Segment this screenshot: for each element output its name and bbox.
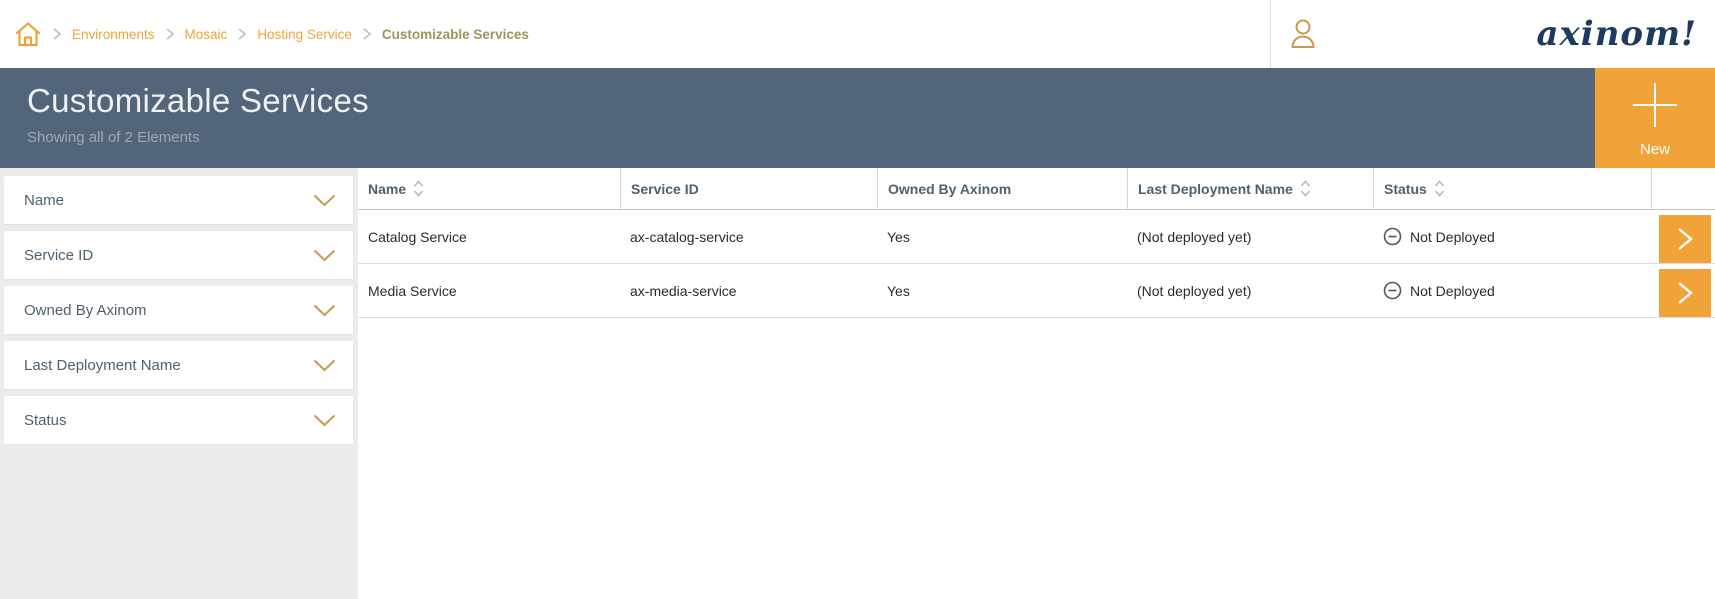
sort-icon bbox=[1300, 180, 1311, 197]
chevron-down-icon bbox=[313, 304, 336, 317]
filter-service-id[interactable]: Service ID bbox=[4, 231, 353, 279]
result-count: Showing all of 2 Elements bbox=[27, 129, 369, 146]
breadcrumb-separator-icon bbox=[52, 27, 62, 41]
filter-label: Last Deployment Name bbox=[24, 357, 181, 374]
column-label: Name bbox=[368, 181, 406, 197]
new-button-label: New bbox=[1640, 141, 1670, 158]
filter-label: Service ID bbox=[24, 247, 93, 264]
breadcrumb-separator-icon bbox=[165, 27, 175, 41]
user-icon[interactable] bbox=[1271, 16, 1321, 52]
status-label: Not Deployed bbox=[1410, 283, 1495, 299]
open-row-button[interactable] bbox=[1659, 215, 1711, 263]
breadcrumb-separator-icon bbox=[237, 27, 247, 41]
column-label: Service ID bbox=[631, 181, 699, 197]
cell-last-deployment-name: (Not deployed yet) bbox=[1127, 229, 1373, 245]
services-table: Name Service ID Owned By Axinom Last Dep… bbox=[358, 168, 1715, 599]
top-bar: Environments Mosaic Hosting Service Cust… bbox=[0, 0, 1715, 68]
filter-label: Status bbox=[24, 412, 67, 429]
filter-last-deployment-name[interactable]: Last Deployment Name bbox=[4, 341, 353, 389]
table-row-catalog-service[interactable]: Catalog Service ax-catalog-service Yes (… bbox=[358, 210, 1715, 264]
breadcrumb-item-hosting-service[interactable]: Hosting Service bbox=[257, 27, 352, 42]
status-label: Not Deployed bbox=[1410, 229, 1495, 245]
home-icon[interactable] bbox=[14, 20, 42, 48]
app-root: Environments Mosaic Hosting Service Cust… bbox=[0, 0, 1715, 599]
axinom-logo: axinom! bbox=[1536, 14, 1715, 54]
breadcrumb-item-environments[interactable]: Environments bbox=[72, 27, 155, 42]
filter-sidebar: Name Service ID Owned By Axinom Last Dep… bbox=[0, 168, 358, 599]
chevron-down-icon bbox=[313, 194, 336, 207]
page-titles: Customizable Services Showing all of 2 E… bbox=[0, 68, 369, 168]
breadcrumb-item-mosaic[interactable]: Mosaic bbox=[185, 27, 228, 42]
minus-circle-icon bbox=[1383, 227, 1402, 246]
column-label: Status bbox=[1384, 181, 1427, 197]
column-header-status[interactable]: Status bbox=[1373, 168, 1652, 209]
chevron-down-icon bbox=[313, 359, 336, 372]
cell-status: Not Deployed bbox=[1373, 281, 1652, 300]
filter-name[interactable]: Name bbox=[4, 176, 353, 224]
page-header: Customizable Services Showing all of 2 E… bbox=[0, 68, 1715, 168]
topbar-right: axinom! bbox=[1270, 0, 1715, 68]
cell-owned-by-axinom: Yes bbox=[877, 283, 1127, 299]
breadcrumb-separator-icon bbox=[362, 27, 372, 41]
plus-icon bbox=[1630, 80, 1680, 133]
sort-icon bbox=[1434, 180, 1445, 197]
column-header-name[interactable]: Name bbox=[358, 168, 620, 209]
cell-service-id: ax-media-service bbox=[620, 283, 877, 299]
table-header: Name Service ID Owned By Axinom Last Dep… bbox=[358, 168, 1715, 210]
minus-circle-icon bbox=[1383, 281, 1402, 300]
filter-status[interactable]: Status bbox=[4, 396, 353, 444]
page-title: Customizable Services bbox=[27, 82, 369, 120]
cell-owned-by-axinom: Yes bbox=[877, 229, 1127, 245]
cell-last-deployment-name: (Not deployed yet) bbox=[1127, 283, 1373, 299]
chevron-down-icon bbox=[313, 414, 336, 427]
column-header-last-deployment-name[interactable]: Last Deployment Name bbox=[1127, 168, 1373, 209]
table-row-media-service[interactable]: Media Service ax-media-service Yes (Not … bbox=[358, 264, 1715, 318]
filter-owned-by-axinom[interactable]: Owned By Axinom bbox=[4, 286, 353, 334]
new-button[interactable]: New bbox=[1595, 68, 1715, 168]
sort-icon bbox=[413, 180, 424, 197]
cell-name: Catalog Service bbox=[358, 229, 620, 245]
cell-service-id: ax-catalog-service bbox=[620, 229, 877, 245]
filter-label: Owned By Axinom bbox=[24, 302, 147, 319]
column-header-owned-by-axinom: Owned By Axinom bbox=[877, 168, 1127, 209]
column-label: Owned By Axinom bbox=[888, 181, 1011, 197]
breadcrumb-item-current: Customizable Services bbox=[382, 27, 529, 42]
breadcrumb: Environments Mosaic Hosting Service Cust… bbox=[0, 0, 529, 68]
content: Name Service ID Owned By Axinom Last Dep… bbox=[0, 168, 1715, 599]
chevron-down-icon bbox=[313, 249, 336, 262]
filter-label: Name bbox=[24, 192, 64, 209]
cell-status: Not Deployed bbox=[1373, 227, 1652, 246]
open-row-button[interactable] bbox=[1659, 269, 1711, 317]
column-label: Last Deployment Name bbox=[1138, 181, 1293, 197]
column-header-service-id: Service ID bbox=[620, 168, 877, 209]
cell-name: Media Service bbox=[358, 283, 620, 299]
